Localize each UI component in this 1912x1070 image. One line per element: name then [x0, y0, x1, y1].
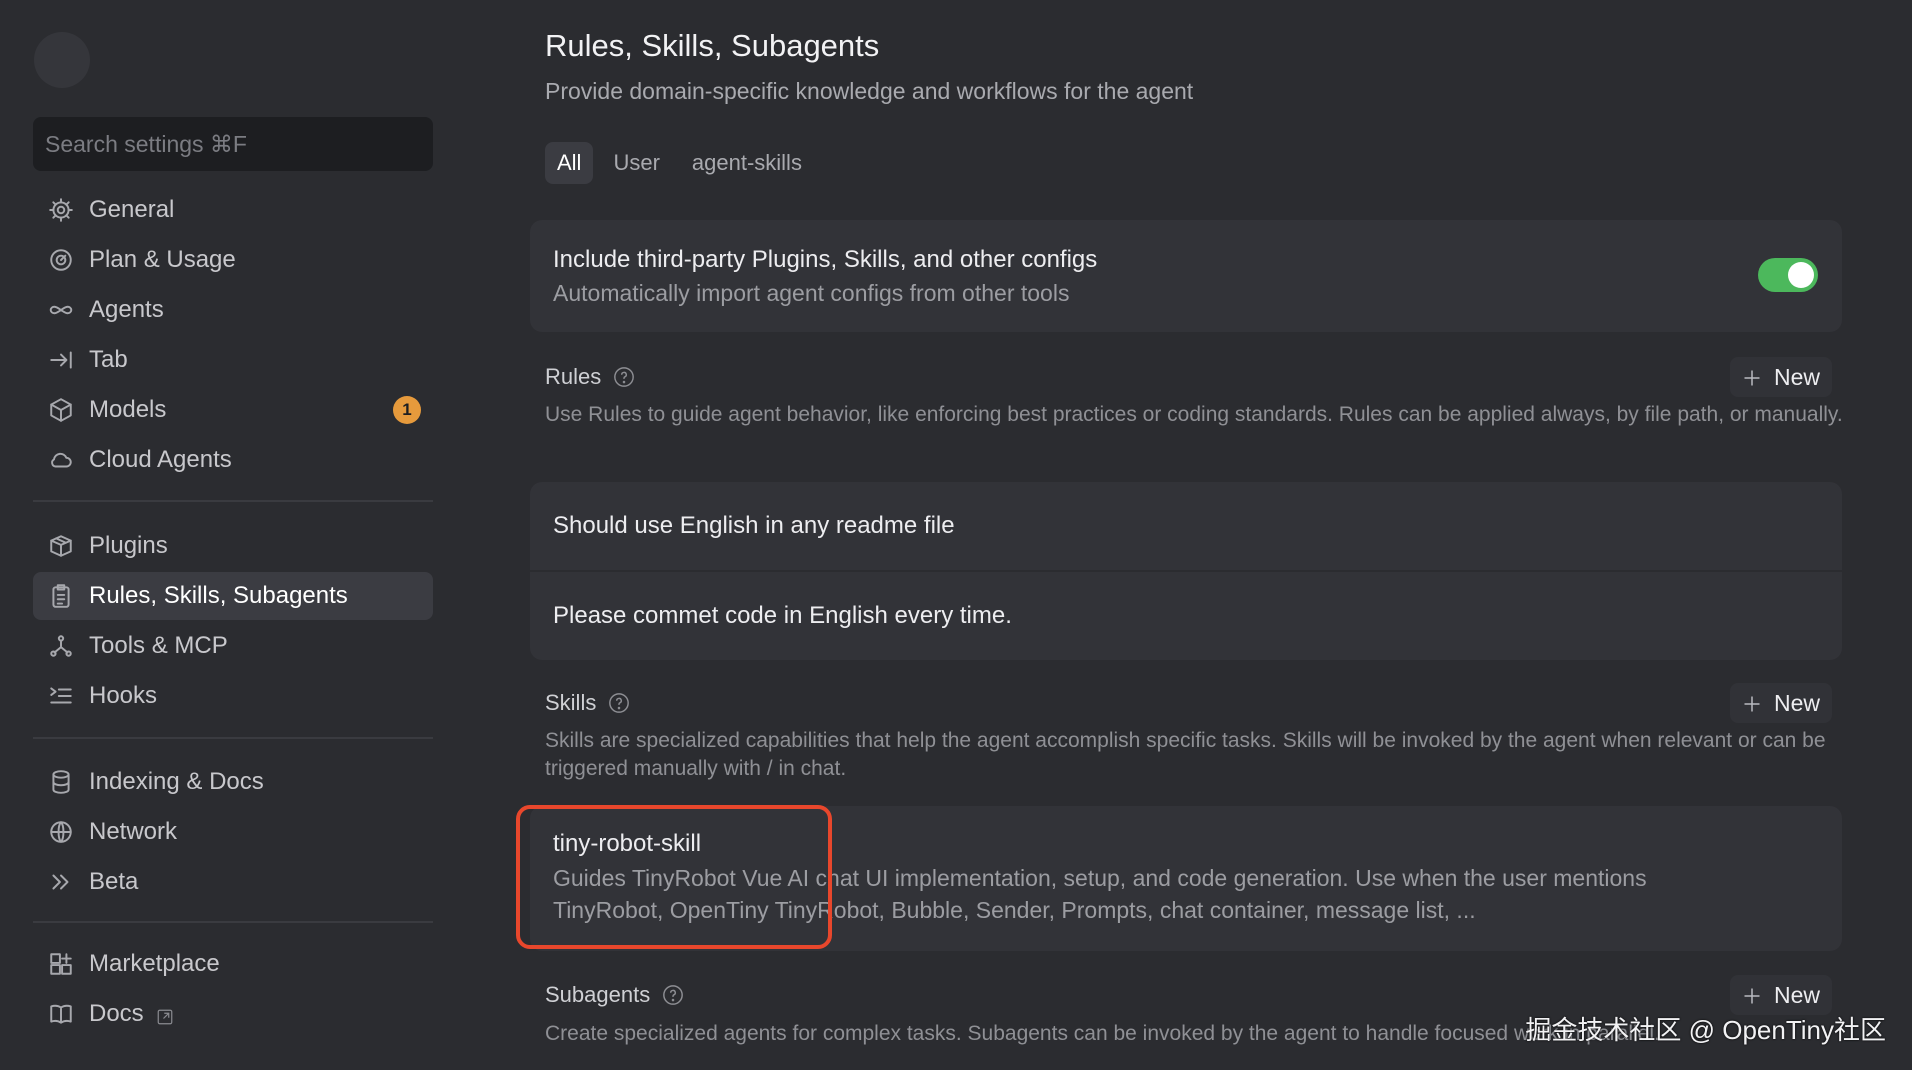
sidebar-item-cloud-agents[interactable]: Cloud Agents [33, 436, 433, 484]
package-icon [47, 532, 75, 560]
filter-tabs: All User agent-skills [545, 142, 814, 184]
sidebar-item-label: Plugins [89, 532, 168, 559]
hooks-list-icon [47, 682, 75, 710]
sidebar-item-general[interactable]: General [33, 186, 433, 234]
sidebar-item-label: Hooks [89, 682, 158, 709]
sidebar-item-models[interactable]: Models 1 [33, 386, 433, 434]
sidebar-item-tab[interactable]: Tab [33, 336, 433, 384]
new-skill-label: New [1773, 689, 1820, 716]
cloud-icon [47, 446, 75, 474]
sidebar-item-indexing-docs[interactable]: Indexing & Docs [33, 758, 433, 806]
nav-group-main: General Plan & Usage Agents Tab Models 1 [33, 186, 433, 486]
status-badge: 1 [393, 396, 421, 424]
sidebar-item-label: Rules, Skills, Subagents [89, 582, 348, 609]
nav-group-more: Marketplace Docs [33, 940, 433, 1040]
globe-icon [47, 818, 75, 846]
rules-list: Should use English in any readme file Pl… [530, 482, 1842, 660]
sidebar-divider [33, 500, 433, 502]
subagents-heading-label: Subagents [545, 982, 651, 1007]
double-chevron-icon [47, 868, 75, 896]
sidebar-item-tools-mcp[interactable]: Tools & MCP [33, 622, 433, 670]
sidebar-item-label: Tab [89, 346, 128, 373]
plus-icon [1742, 693, 1762, 713]
new-subagent-label: New [1773, 981, 1820, 1008]
page-subtitle: Provide domain-specific knowledge and wo… [545, 78, 1194, 104]
skill-description: Guides TinyRobot Vue AI chat UI implemen… [553, 865, 1647, 923]
clipboard-icon [47, 582, 75, 610]
rules-description: Use Rules to guide agent behavior, like … [545, 403, 1843, 426]
watermark: 掘金技术社区 @ OpenTiny社区 [1525, 1015, 1886, 1045]
gear-icon [47, 196, 75, 224]
tab-agent-skills[interactable]: agent-skills [680, 142, 814, 184]
third-party-card: Include third-party Plugins, Skills, and… [530, 220, 1842, 332]
infinity-icon [47, 296, 75, 324]
cube-icon [47, 396, 75, 424]
skill-name: tiny-robot-skill [553, 830, 702, 857]
sidebar-item-rules-skills-subagents[interactable]: Rules, Skills, Subagents [33, 572, 433, 620]
tab-user[interactable]: User [601, 142, 671, 184]
third-party-title: Include third-party Plugins, Skills, and… [553, 246, 1098, 273]
new-skill-button[interactable]: New [1729, 683, 1832, 723]
help-icon[interactable] [662, 984, 684, 1006]
sidebar-item-label: Cloud Agents [89, 446, 232, 473]
grid-plus-icon [47, 950, 75, 978]
sidebar-item-agents[interactable]: Agents [33, 286, 433, 334]
list-item[interactable]: tiny-robot-skill Guides TinyRobot Vue AI… [530, 806, 1842, 951]
sidebar-item-label: Marketplace [89, 950, 220, 977]
nodes-icon [47, 632, 75, 660]
book-icon [47, 1000, 75, 1028]
nav-group-data: Indexing & Docs Network Beta [33, 758, 433, 908]
sidebar-item-beta[interactable]: Beta [33, 858, 433, 906]
sidebar-divider [33, 921, 433, 923]
page-title: Rules, Skills, Subagents [545, 28, 880, 63]
third-party-desc: Automatically import agent configs from … [553, 280, 1070, 306]
skills-heading-label: Skills [545, 690, 597, 715]
gauge-icon [47, 246, 75, 274]
avatar[interactable] [34, 32, 90, 88]
sidebar-item-plan-usage[interactable]: Plan & Usage [33, 236, 433, 284]
sidebar-item-network[interactable]: Network [33, 808, 433, 856]
list-item[interactable]: Please commet code in English every time… [530, 572, 1842, 660]
list-item[interactable]: Should use English in any readme file [530, 482, 1842, 570]
arrow-right-bar-icon [47, 346, 75, 374]
sidebar: Search settings ⌘F General Plan & Usage … [0, 0, 450, 1070]
skills-list: tiny-robot-skill Guides TinyRobot Vue AI… [530, 806, 1842, 951]
sidebar-item-label: Docs [89, 1000, 144, 1027]
skills-description: Skills are specialized capabilities that… [545, 729, 1826, 780]
subagents-heading: Subagents [545, 982, 684, 1008]
sidebar-item-label: General [89, 196, 175, 223]
sidebar-item-label: Plan & Usage [89, 246, 236, 273]
search-input[interactable]: Search settings ⌘F [33, 117, 433, 171]
skills-heading: Skills [545, 690, 630, 716]
sidebar-item-hooks[interactable]: Hooks [33, 672, 433, 720]
plus-icon [1742, 985, 1762, 1005]
new-rule-label: New [1773, 363, 1820, 390]
database-icon [47, 768, 75, 796]
nav-group-config: Plugins Rules, Skills, Subagents Tools &… [33, 522, 433, 722]
third-party-toggle[interactable] [1758, 258, 1818, 292]
sidebar-item-label: Agents [89, 296, 164, 323]
external-link-icon [156, 1005, 174, 1025]
help-icon[interactable] [613, 366, 635, 388]
sidebar-item-label: Models [89, 396, 167, 423]
rules-heading: Rules [545, 364, 635, 390]
sidebar-item-plugins[interactable]: Plugins [33, 522, 433, 570]
sidebar-divider [33, 737, 433, 739]
sidebar-item-label: Tools & MCP [89, 632, 228, 659]
sidebar-item-label: Beta [89, 868, 139, 895]
plus-icon [1742, 367, 1762, 387]
tab-all[interactable]: All [545, 142, 594, 184]
sidebar-item-label: Indexing & Docs [89, 768, 264, 795]
sidebar-item-label: Network [89, 818, 178, 845]
sidebar-item-docs[interactable]: Docs [33, 990, 433, 1038]
rules-heading-label: Rules [545, 364, 602, 389]
new-rule-button[interactable]: New [1729, 357, 1832, 397]
help-icon[interactable] [608, 692, 630, 714]
new-subagent-button[interactable]: New [1729, 975, 1832, 1015]
sidebar-item-marketplace[interactable]: Marketplace [33, 940, 433, 988]
settings-window: Search settings ⌘F General Plan & Usage … [0, 0, 1912, 1070]
